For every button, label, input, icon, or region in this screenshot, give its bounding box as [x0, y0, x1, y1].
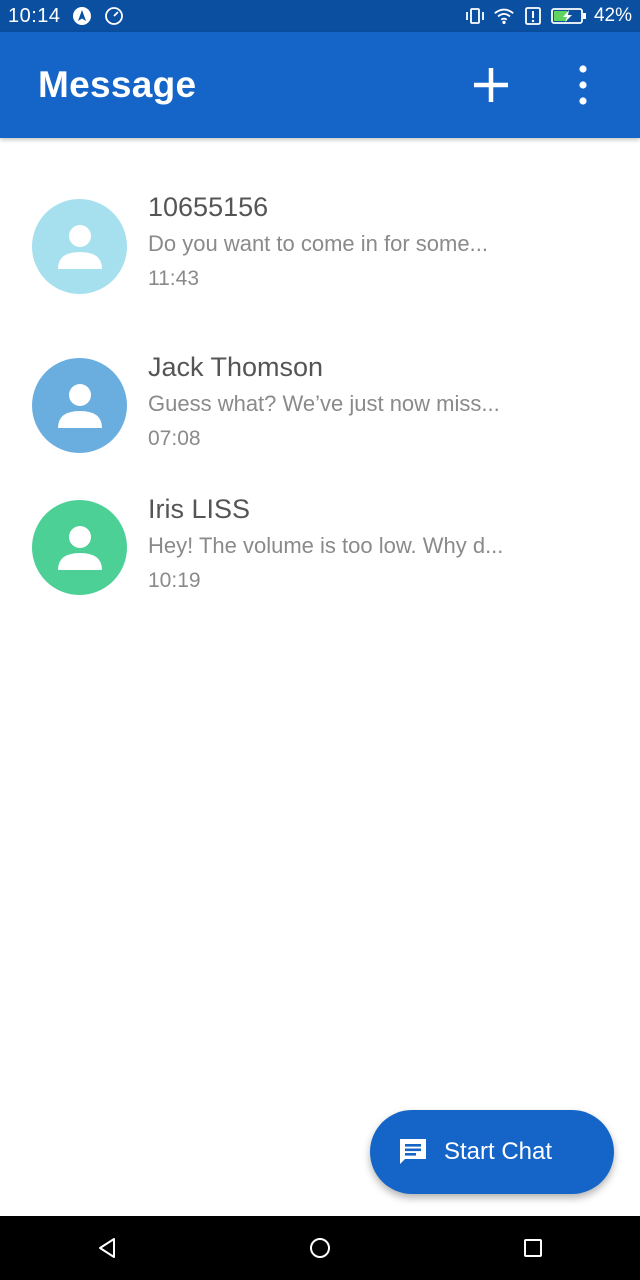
screen: 10:14 42% Message 10655156 Do you want t… [0, 0, 640, 1280]
app-bar-actions [461, 55, 640, 115]
nav-recents-button[interactable] [501, 1216, 565, 1280]
start-chat-label: Start Chat [444, 1138, 553, 1165]
vibrate-icon [464, 5, 486, 27]
navigation-bar [0, 1216, 640, 1280]
recents-icon [524, 1239, 543, 1257]
data-saver-icon [103, 5, 125, 27]
more-options-button[interactable] [553, 55, 613, 115]
back-icon [98, 1238, 115, 1258]
chat-icon [397, 1136, 429, 1168]
app-title: Message [38, 64, 197, 105]
nav-home-button[interactable] [288, 1216, 352, 1280]
alert-icon [522, 5, 544, 27]
conversation-text: Jack Thomson Guess what? We’ve just now … [148, 350, 600, 452]
contact-name: Iris LISS [148, 494, 251, 524]
new-message-button[interactable] [461, 55, 521, 115]
message-time: 10:19 [148, 569, 201, 592]
start-chat-button[interactable]: Start Chat [370, 1110, 614, 1194]
message-preview: Guess what? We’ve just now miss... [148, 391, 500, 416]
status-bar: 10:14 42% [0, 0, 640, 32]
contact-name: 10655156 [148, 192, 269, 222]
wifi-icon [493, 5, 515, 27]
conversation-item[interactable]: 10655156 Do you want to come in for some… [0, 168, 640, 328]
person-icon [57, 525, 102, 570]
message-time: 07:08 [148, 427, 201, 450]
person-icon [57, 383, 102, 428]
message-preview: Do you want to come in for some... [148, 231, 488, 256]
conversation-text: 10655156 Do you want to come in for some… [148, 190, 600, 292]
avatar [32, 358, 127, 453]
contact-name: Jack Thomson [148, 352, 324, 382]
conversation-item[interactable]: Jack Thomson Guess what? We’ve just now … [0, 328, 640, 470]
home-icon [309, 1238, 330, 1258]
battery-charging-icon [551, 5, 587, 27]
more-vert-icon [579, 65, 587, 105]
navigation-icon [71, 5, 93, 27]
message-preview: Hey! The volume is too low. Why d... [148, 533, 504, 558]
message-time: 11:43 [148, 267, 199, 290]
add-icon [474, 68, 508, 102]
conversation-item[interactable]: Iris LISS Hey! The volume is too low. Wh… [0, 470, 640, 612]
person-icon [57, 224, 102, 269]
battery-percent: 42% [593, 5, 632, 26]
avatar [32, 500, 127, 595]
conversation-list: 10655156 Do you want to come in for some… [0, 138, 640, 612]
status-time: 10:14 [8, 4, 61, 27]
app-bar: Message [0, 32, 640, 138]
conversation-text: Iris LISS Hey! The volume is too low. Wh… [148, 492, 600, 594]
avatar [32, 199, 127, 294]
nav-back-button[interactable] [75, 1216, 139, 1280]
